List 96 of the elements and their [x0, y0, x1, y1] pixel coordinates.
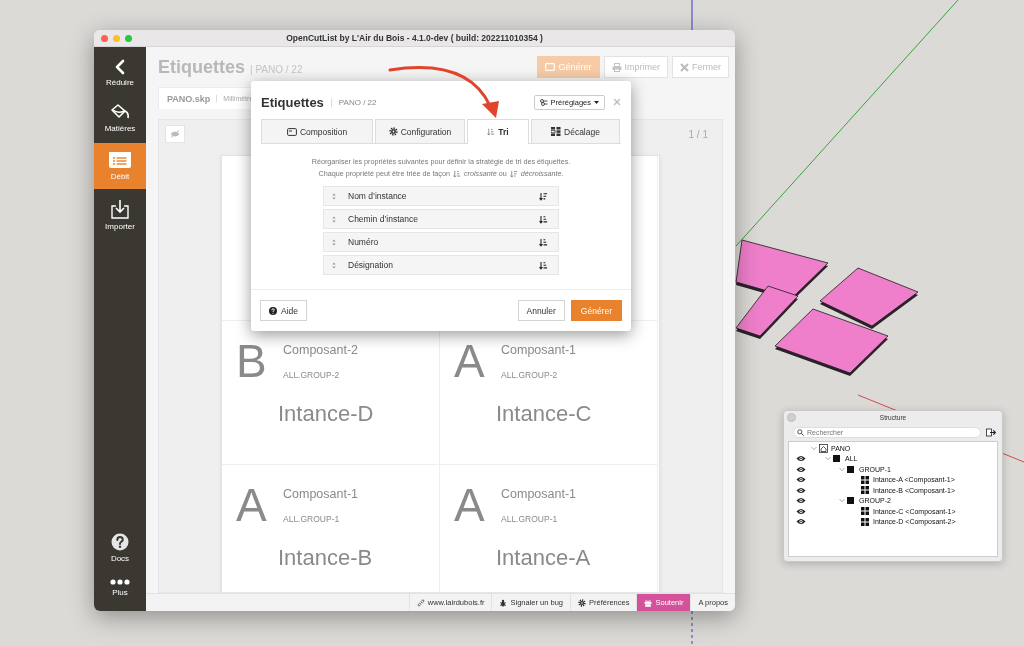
caret-down-icon [594, 100, 599, 104]
eye-icon[interactable] [796, 507, 806, 515]
file-name: PANO.skp [167, 93, 211, 104]
zoom-window-button[interactable] [125, 34, 132, 42]
bug-icon [499, 598, 508, 607]
group-path: ALL.GROUP-1 [501, 512, 559, 526]
caret-down-icon[interactable] [825, 456, 831, 462]
sort-property-row[interactable]: Désignation [323, 255, 559, 275]
sort-property-row[interactable]: Nom d’instance [323, 186, 559, 206]
sidebar-item[interactable]: Docs [94, 527, 146, 569]
instance-name: Intance-A [495, 544, 592, 572]
axis-line [691, 0, 693, 31]
caret-down-icon[interactable] [839, 498, 845, 504]
drag-handle-icon[interactable] [332, 192, 336, 200]
property-name: Chemin d’instance [348, 214, 419, 224]
visibility-toggle-button[interactable] [165, 125, 185, 143]
axis-line [691, 610, 693, 646]
link-icon [416, 598, 425, 607]
dialog-title: Etiquettes [261, 94, 324, 110]
dialog-tab[interactable]: Composition [261, 119, 373, 143]
instance-name: Intance-C [495, 400, 593, 428]
printer-icon [611, 62, 622, 72]
eye-icon[interactable] [796, 465, 806, 473]
sort-ascending-icon[interactable] [539, 237, 548, 247]
sort-property-row[interactable]: Numéro [323, 232, 559, 252]
sidebar-item[interactable]: Matières [94, 97, 146, 139]
sort-ascending-icon[interactable] [539, 260, 548, 270]
card-icon [286, 127, 297, 136]
window-title: OpenCutList by L'Air du Bois - 4.1.0-dev ( build: 202211010354 ) [286, 33, 543, 43]
sort-descending-icon [509, 170, 518, 178]
sidebar-item[interactable]: Plus [94, 573, 146, 603]
search-icon [797, 429, 804, 436]
gear-icon [578, 598, 586, 607]
label-letter: A [454, 339, 486, 383]
label-letter: B [236, 339, 268, 383]
sort-ascending-icon[interactable] [539, 214, 548, 224]
close-button[interactable] [613, 98, 621, 106]
sliders-icon [539, 98, 548, 106]
page-counter: 1 / 1 [688, 128, 708, 140]
help-icon [269, 306, 277, 315]
label-icon [545, 63, 556, 71]
sort-descending-icon[interactable] [539, 191, 548, 201]
instance-name: Intance-D [277, 400, 375, 428]
sidebar-item[interactable]: Réduire [94, 53, 146, 93]
sidebar-item[interactable]: Importer [94, 193, 146, 237]
component-name: Composant-1 [283, 486, 360, 503]
component-name: Composant-2 [283, 342, 360, 359]
eye-icon[interactable] [796, 486, 806, 494]
drag-handle-icon[interactable] [332, 238, 336, 246]
hidden-eye-icon [170, 130, 180, 138]
help-icon [111, 533, 129, 551]
dialog-subtitle: PANO / 22 [330, 97, 377, 107]
dialog-tab[interactable]: Décalage [531, 119, 620, 143]
dialog-tab[interactable]: Tri [467, 119, 529, 144]
close-window-button[interactable] [101, 34, 108, 42]
component-name: Composant-1 [501, 486, 578, 503]
close-icon [680, 62, 689, 72]
gear-icon [388, 127, 398, 136]
gift-icon [644, 598, 653, 607]
paint-bucket-icon [109, 103, 131, 121]
sort-ascending-icon [487, 128, 496, 136]
caret-down-icon[interactable] [839, 466, 845, 472]
caret-down-icon[interactable] [811, 445, 817, 451]
grid-icon [551, 127, 562, 136]
label-letter: A [454, 483, 486, 527]
help-button[interactable]: Aide [260, 300, 307, 321]
component-icon [861, 475, 869, 484]
drag-handle-icon[interactable] [332, 215, 336, 223]
instance-name: Intance-B [277, 544, 374, 572]
group-path: ALL.GROUP-2 [283, 368, 341, 382]
component-icon [861, 486, 869, 495]
group-icon [847, 497, 854, 505]
export-icon[interactable] [986, 428, 996, 437]
label-letter: A [236, 483, 268, 527]
group-path: ALL.GROUP-2 [501, 368, 559, 382]
group-path: ALL.GROUP-1 [283, 512, 341, 526]
chevron-left-icon [114, 59, 126, 75]
component-name: Composant-1 [501, 342, 578, 359]
sort-property-row[interactable]: Chemin d’instance [323, 209, 559, 229]
import-icon [110, 199, 130, 219]
cancel-button[interactable]: Annuler [517, 300, 565, 321]
dialog-tab[interactable]: Configuration [375, 119, 465, 143]
list-icon [108, 151, 132, 169]
property-name: Numéro [348, 237, 380, 247]
eye-icon[interactable] [796, 497, 806, 505]
eye-icon[interactable] [796, 476, 806, 484]
minimize-window-button[interactable] [113, 34, 120, 42]
drag-handle-icon[interactable] [332, 261, 336, 269]
property-name: Nom d’instance [348, 191, 408, 201]
property-name: Désignation [348, 260, 394, 270]
eye-icon[interactable] [796, 518, 806, 526]
more-icon [110, 579, 130, 585]
sort-ascending-icon [452, 170, 461, 178]
page-title: Etiquettes [158, 56, 245, 78]
close-panel-button[interactable] [787, 412, 796, 422]
eye-icon[interactable] [796, 455, 806, 463]
